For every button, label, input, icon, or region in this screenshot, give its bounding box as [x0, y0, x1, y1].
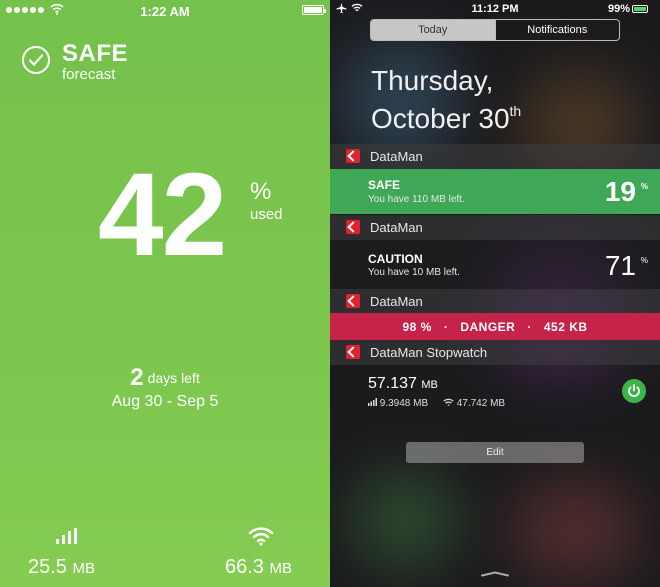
- status-time: 1:22 AM: [140, 4, 190, 19]
- cellular-usage: 25.5 MB: [28, 556, 95, 579]
- status-bar: 11:12 PM 99%: [330, 0, 660, 16]
- caution-widget[interactable]: CAUTION You have 10 MB left. 71%: [330, 240, 660, 290]
- edit-button[interactable]: Edit: [406, 442, 584, 463]
- stopwatch-total-unit: MB: [421, 379, 438, 391]
- danger-amount: 452 KB: [543, 319, 588, 334]
- status-subtitle: forecast: [62, 66, 116, 83]
- caution-value: 71: [604, 250, 636, 281]
- wifi-usage-icon: [248, 527, 274, 546]
- status-bar: 1:22 AM: [0, 0, 330, 22]
- wifi-usage: 66.3 MB: [225, 556, 292, 579]
- cellular-signal-icon: [368, 398, 377, 406]
- usage-percent-unit: %: [250, 178, 272, 205]
- dataman-logo-icon: [346, 294, 360, 308]
- cellular-signal-icon: [56, 528, 77, 544]
- separator-dot: ·: [527, 319, 532, 334]
- cellular-amount: 25.5: [28, 556, 67, 578]
- check-circle-icon: [22, 46, 50, 74]
- caution-title: CAUTION: [368, 252, 423, 266]
- wifi-amount: 66.3: [225, 556, 264, 578]
- date-month-day: October 30: [371, 103, 510, 134]
- widget-app-name: DataMan Stopwatch: [370, 345, 488, 360]
- wallpaper-blur: [510, 480, 640, 580]
- power-icon: [628, 384, 640, 397]
- today-notifications-segmented-control: Today Notifications: [370, 19, 620, 41]
- usage-label: used: [250, 206, 283, 223]
- safe-unit: %: [640, 182, 648, 191]
- stopwatch-total-value: 57.137: [368, 375, 417, 392]
- widget-header-dataman[interactable]: DataMan: [330, 215, 660, 240]
- battery-percent: 99%: [607, 3, 630, 15]
- dataman-logo-icon: [346, 220, 360, 234]
- notification-center-screen: 11:12 PM 99% Today Notifications Thursda…: [330, 0, 660, 587]
- separator-dot: ·: [443, 319, 449, 334]
- widget-app-name: DataMan: [370, 294, 423, 309]
- battery-icon: [632, 5, 648, 13]
- widget-header-dataman[interactable]: DataMan: [330, 289, 660, 314]
- wallpaper-blur: [350, 470, 460, 570]
- wifi-icon: [443, 398, 454, 406]
- status-title: SAFE: [62, 40, 129, 67]
- days-number: 2: [130, 364, 144, 391]
- danger-widget[interactable]: 98 % · DANGER · 452 KB: [330, 313, 660, 340]
- safe-title: SAFE: [368, 178, 401, 192]
- tab-today[interactable]: Today: [371, 20, 495, 40]
- dataman-app-screen: 1:22 AM SAFE forecast 42 % used 2 days le…: [0, 0, 330, 587]
- date-weekday: Thursday,: [371, 65, 494, 96]
- safe-percent: 19%: [604, 176, 648, 208]
- cellular-unit: MB: [72, 560, 96, 577]
- widget-app-name: DataMan: [370, 149, 423, 164]
- stopwatch-total: 57.137 MB: [368, 375, 438, 393]
- battery-icon: [302, 5, 326, 15]
- stopwatch-breakdown: 9.3948 MB 47.742 MB: [368, 398, 505, 409]
- usage-percent-value: 42: [98, 149, 227, 281]
- widget-header-stopwatch[interactable]: DataMan Stopwatch: [330, 340, 660, 365]
- wifi-unit: MB: [269, 560, 293, 577]
- danger-percent: 98 %: [402, 319, 432, 334]
- days-left: 2 days left: [0, 364, 330, 392]
- caution-percent: 71%: [604, 250, 648, 282]
- stopwatch-wifi: 47.742 MB: [456, 398, 506, 409]
- widget-app-name: DataMan: [370, 220, 423, 235]
- grabber-handle-icon[interactable]: [480, 571, 510, 577]
- stopwatch-cellular: 9.3948 MB: [379, 398, 429, 409]
- caution-subtitle: You have 10 MB left.: [368, 267, 460, 278]
- safe-subtitle: You have 110 MB left.: [368, 194, 465, 205]
- dataman-logo-icon: [346, 149, 360, 163]
- dataman-logo-icon: [346, 345, 360, 359]
- safe-widget[interactable]: SAFE You have 110 MB left. 19%: [330, 169, 660, 214]
- today-date: Thursday, October 30th: [371, 66, 521, 134]
- widget-header-dataman[interactable]: DataMan: [330, 144, 660, 169]
- safe-value: 19: [604, 176, 636, 207]
- date-suffix: th: [509, 103, 522, 119]
- days-label: days left: [147, 370, 200, 386]
- caution-unit: %: [640, 256, 648, 265]
- tab-notifications[interactable]: Notifications: [494, 20, 620, 40]
- danger-label: DANGER: [460, 319, 516, 334]
- date-range: Aug 30 - Sep 5: [111, 393, 219, 410]
- stopwatch-power-button[interactable]: [622, 379, 646, 403]
